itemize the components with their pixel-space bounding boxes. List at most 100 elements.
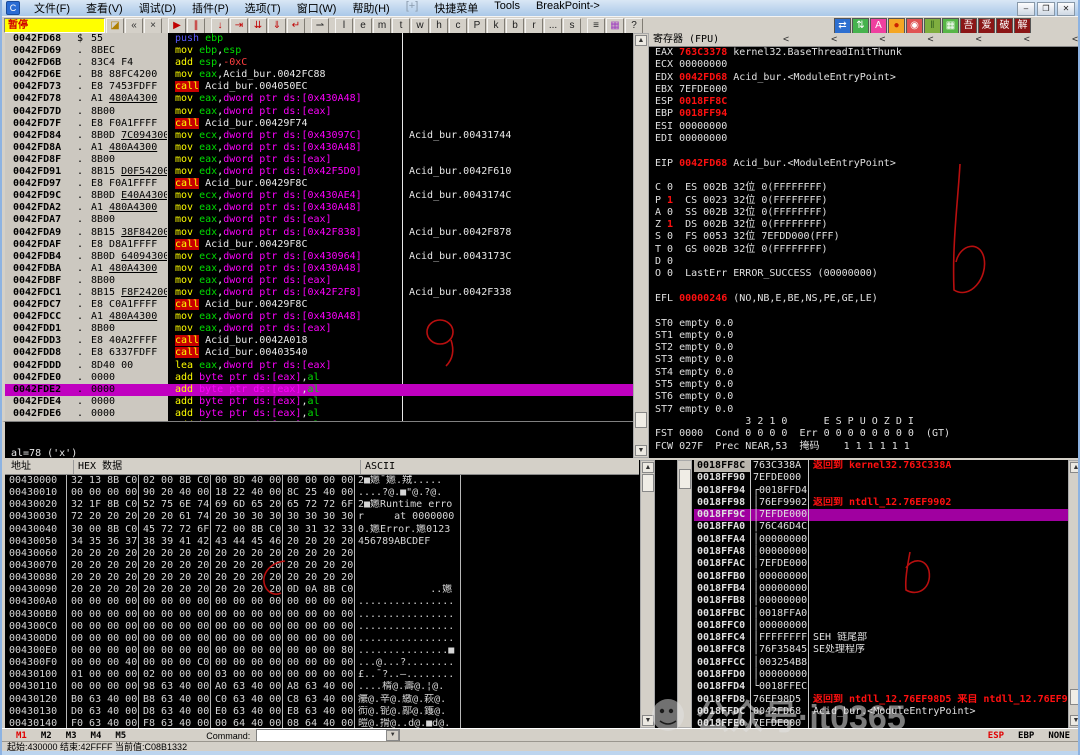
register-line[interactable]: ST5 empty 0.0 (649, 379, 1080, 391)
disasm-row[interactable]: 0042FD8A.A1 480A4300mov eax,dword ptr ds… (5, 142, 633, 154)
breakpoints-button[interactable]: b (506, 18, 524, 34)
register-line[interactable]: EDX 0042FD68 Acid_bur.<ModuleEntryPoint> (649, 72, 1080, 84)
menu-item-w[interactable]: 窗口(W) (289, 0, 345, 17)
disasm-row[interactable]: 0042FD7F.E8 F0A1FFFFcall Acid_bur.00429F… (5, 118, 633, 130)
register-line[interactable] (649, 281, 1080, 293)
brand-char-4[interactable]: 解 (1014, 18, 1031, 34)
secondary-scrollbar[interactable] (677, 460, 692, 728)
register-line[interactable]: ESI 00000000 (649, 121, 1080, 133)
memory-button[interactable]: m (373, 18, 391, 34)
scroll-thumb[interactable] (635, 412, 647, 428)
dump-row[interactable]: 00430140F0 63 40 00F8 63 40 0000 64 40 0… (5, 718, 639, 728)
menu-item-breakpoint[interactable]: BreakPoint-> (528, 0, 608, 17)
dump-scrollbar[interactable]: ▲ ▼ (640, 460, 655, 728)
stack-row[interactable]: 0018FF94┌0018FFD4 (694, 485, 1068, 497)
scroll-down-icon[interactable]: ▼ (635, 445, 647, 456)
memory-tab-m1[interactable]: M1 (16, 731, 27, 741)
menu-item-t[interactable]: 选项(T) (237, 0, 289, 17)
menu-item-v[interactable]: 查看(V) (78, 0, 131, 17)
disasm-row[interactable]: 0042FD78.A1 480A4300mov eax,dword ptr ds… (5, 93, 633, 105)
scroll-up-icon[interactable]: ▲ (642, 462, 654, 473)
step-over-icon[interactable]: ⇥ (230, 18, 248, 34)
dump-row[interactable]: 0043007020 20 20 2020 20 20 2020 20 20 2… (5, 560, 639, 572)
chevron-down-icon[interactable]: ▼ (386, 730, 399, 741)
disasm-row[interactable]: 0042FD7D.8B00mov eax,dword ptr ds:[eax] (5, 106, 633, 118)
stack-row[interactable]: 0018FFE07EFDE000 (694, 718, 1068, 728)
register-line[interactable]: T 0 GS 002B 32位 0(FFFFFFFF) (649, 244, 1080, 256)
memory-tab-m3[interactable]: M3 (66, 731, 77, 741)
register-line[interactable]: EBP 0018FF94 (649, 108, 1080, 120)
windows-button[interactable]: w (411, 18, 429, 34)
dump-row[interactable]: 004300D000 00 00 0000 00 00 0000 00 00 0… (5, 633, 639, 645)
dump-row[interactable]: 0043004030 00 8B C045 72 72 6F72 00 8B C… (5, 524, 639, 536)
dump-row[interactable]: 00430130D0 63 40 00D8 63 40 00E0 63 40 0… (5, 706, 639, 718)
register-line[interactable]: Z 1 DS 002B 32位 0(FFFFFFFF) (649, 219, 1080, 231)
brand-char-3[interactable]: 破 (996, 18, 1013, 34)
register-line[interactable]: FCW 027F Prec NEAR,53 掩码 1 1 1 1 1 1 (649, 441, 1080, 453)
register-line[interactable]: EDI 00000000 (649, 133, 1080, 145)
dump-row[interactable]: 00430120B0 63 40 00B8 63 40 00C0 63 40 0… (5, 694, 639, 706)
disasm-row[interactable]: 0042FDE4.0000add byte ptr ds:[eax],al (5, 396, 633, 408)
dump-row[interactable]: 0043010001 00 00 0002 00 00 0003 00 00 0… (5, 669, 639, 681)
register-line[interactable]: EBX 7EFDE000 (649, 84, 1080, 96)
disasm-row[interactable]: 0042FDAF.E8 D8A1FFFFcall Acid_bur.00429F… (5, 239, 633, 251)
run-to-cursor-icon[interactable]: ⇀ (311, 18, 329, 34)
restore-button[interactable]: ❐ (1037, 2, 1055, 16)
rewind-icon[interactable]: « (125, 18, 143, 34)
disasm-row[interactable]: 0042FDCC.A1 480A4300mov eax,dword ptr ds… (5, 311, 633, 323)
scroll-down-icon[interactable]: ▼ (642, 715, 654, 726)
swap-icon[interactable]: ⇄ (834, 18, 851, 34)
dump-row[interactable]: 0043006020 20 20 2020 20 20 2020 20 20 2… (5, 548, 639, 560)
references-button[interactable]: r (525, 18, 543, 34)
disasm-row[interactable]: 0042FD97.E8 F0A1FFFFcall Acid_bur.00429F… (5, 178, 633, 190)
register-line[interactable]: 3 2 1 0 E S P U O Z D I (649, 416, 1080, 428)
step-into-icon[interactable]: ↓ (211, 18, 229, 34)
disasm-row[interactable]: 0042FD68$55push ebp (5, 33, 633, 45)
stack-row[interactable]: 0018FFC0│00000000 (694, 620, 1068, 632)
menu-item-[interactable]: 快捷菜单 (426, 0, 486, 17)
register-line[interactable]: EFL 00000246 (NO,NB,E,BE,NS,PE,GE,LE) (649, 293, 1080, 305)
register-line[interactable]: ST0 empty 0.0 (649, 318, 1080, 330)
hex-dump-pane[interactable]: 地址 HEX 数据 ASCII 0043000032 13 8B C002 00… (2, 460, 639, 728)
stack-row[interactable]: 0018FF9C│7EFDE000 (694, 509, 1068, 521)
memory-tab-m4[interactable]: M4 (91, 731, 102, 741)
register-line[interactable]: C 0 ES 002B 32位 0(FFFFFFFF) (649, 182, 1080, 194)
stack-scrollbar[interactable]: ▲ ▼ (1068, 460, 1080, 728)
register-line[interactable]: ECX 00000000 (649, 59, 1080, 71)
disasm-row[interactable]: 0042FD69.8BECmov ebp,esp (5, 45, 633, 57)
disasm-row[interactable]: 0042FD91.8B15 D0F54200mov edx,dword ptr … (5, 166, 633, 178)
menu-item-[interactable]: [+] (398, 0, 427, 17)
stack-row[interactable]: 0018FFB0│00000000 (694, 571, 1068, 583)
stack-row[interactable]: 0018FFC8│76F35845SE处理程序 (694, 644, 1068, 656)
register-line[interactable]: EAX 763C3378 kernel32.BaseThreadInitThun… (649, 47, 1080, 59)
animate-over-icon[interactable]: ⇓ (268, 18, 286, 34)
scroll-up-icon[interactable]: ▲ (635, 35, 647, 46)
dump-row[interactable]: 004300C000 00 00 0000 00 00 0000 00 00 0… (5, 621, 639, 633)
register-line[interactable]: ST3 empty 0.0 (649, 354, 1080, 366)
target-icon[interactable]: ◉ (906, 18, 923, 34)
dump-row[interactable]: 0043003072 20 20 2020 20 61 7420 30 30 3… (5, 511, 639, 523)
scroll-up-icon[interactable]: ▲ (1070, 462, 1080, 473)
stack-pane[interactable]: 0018FF8C763C338A返回到 kernel32.763C338A001… (694, 460, 1068, 728)
register-line[interactable]: S 0 FS 0053 32位 7EFDD000(FFF) (649, 231, 1080, 243)
menu-item-tools[interactable]: Tools (486, 0, 528, 17)
scroll-thumb[interactable] (679, 469, 691, 489)
disasm-row[interactable]: 0042FDE0.0000add byte ptr ds:[eax],al (5, 372, 633, 384)
dump-row[interactable]: 0043001000 00 00 0090 20 40 0018 22 40 0… (5, 487, 639, 499)
memory-tab-m5[interactable]: M5 (115, 731, 126, 741)
disasm-row[interactable]: 0042FD8F.8B00mov eax,dword ptr ds:[eax] (5, 154, 633, 166)
stack-row[interactable]: 0018FFC4│FFFFFFFFSEH 链尾部 (694, 632, 1068, 644)
disasm-row[interactable]: 0042FD84.8B0D 7C094300mov ecx,dword ptr … (5, 130, 633, 142)
register-line[interactable] (649, 170, 1080, 182)
disasm-row[interactable]: 0042FDD1.8B00mov eax,dword ptr ds:[eax] (5, 323, 633, 335)
dump-row[interactable]: 004300F000 00 00 4000 00 00 C000 00 00 0… (5, 657, 639, 669)
help-icon[interactable]: ? (625, 18, 643, 34)
disasm-row[interactable]: 0042FDD3.E8 40A2FFFFcall Acid_bur.0042A0… (5, 335, 633, 347)
brand-char-1[interactable]: 吾 (960, 18, 977, 34)
run-icon[interactable]: ▶ (168, 18, 186, 34)
disasm-row[interactable]: 0042FD6E.B8 88FC4200mov eax,Acid_bur.004… (5, 69, 633, 81)
stack-row[interactable]: 0018FFA4│00000000 (694, 534, 1068, 546)
register-line[interactable]: ST7 empty 0.0 (649, 404, 1080, 416)
stack-row[interactable]: 0018FFA0│76C46D4C (694, 521, 1068, 533)
stack-row[interactable]: 0018FF98│76EF9902返回到 ntdll_12.76EF9902 (694, 497, 1068, 509)
